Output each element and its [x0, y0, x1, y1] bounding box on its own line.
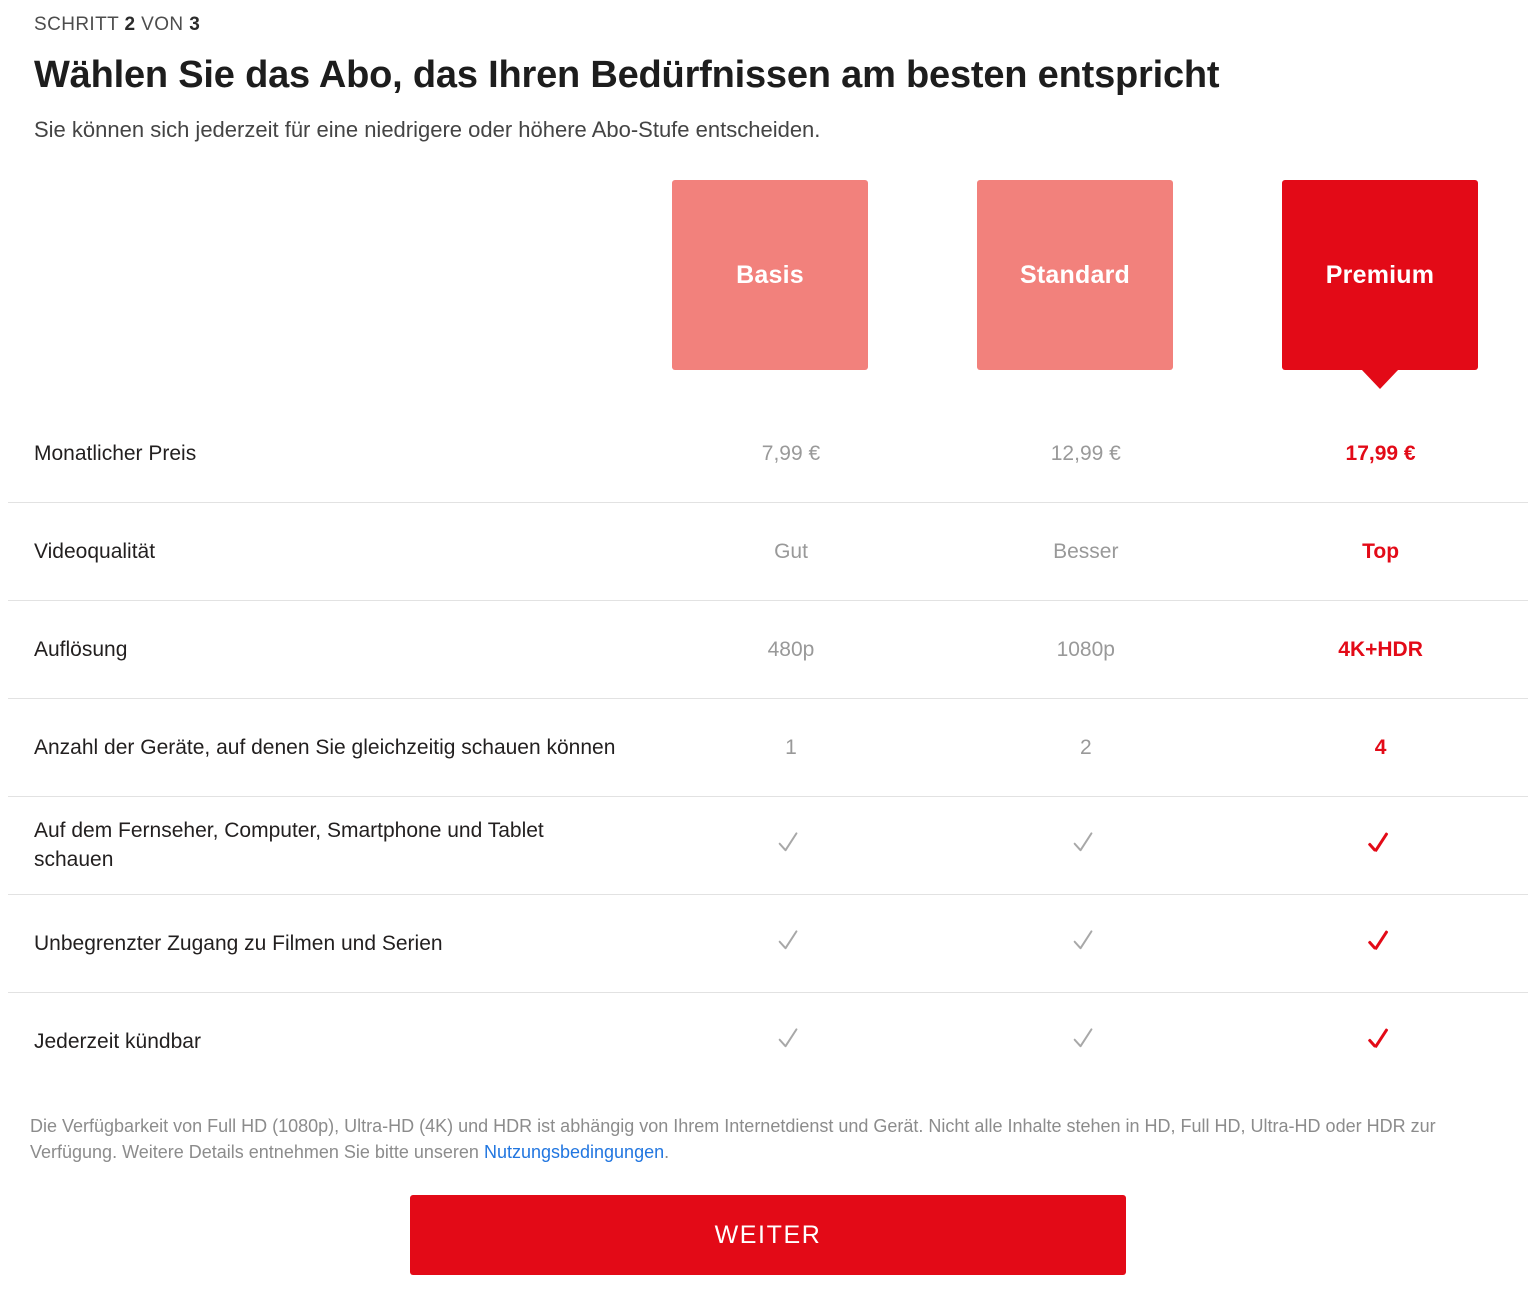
check-icon	[1366, 926, 1396, 956]
footnote-text-before-link: Die Verfügbarkeit von Full HD (1080p), U…	[30, 1116, 1436, 1163]
check-icon	[1071, 828, 1101, 858]
row-label-anzahl-geraete: Anzahl der Geräte, auf denen Sie gleichz…	[34, 735, 616, 759]
cell-quality-premium: Top	[1362, 539, 1400, 563]
page-subtitle: Sie können sich jederzeit für eine niedr…	[34, 116, 821, 142]
cell-devices-basis: 1	[785, 735, 797, 759]
cta-container: WEITER	[0, 1195, 1536, 1276]
subscription-plan-page: SCHRITT 2 VON 3 Wählen Sie das Abo, das …	[0, 0, 1536, 1296]
table-row: Jederzeit kündbar	[8, 993, 1528, 1091]
table-row: Anzahl der Geräte, auf denen Sie gleichz…	[8, 699, 1528, 798]
cell-price-basis: 7,99 €	[761, 441, 821, 465]
check-icon	[776, 926, 806, 956]
footnote-text-after-link: .	[664, 1142, 670, 1163]
plan-card-premium-label: Premium	[1325, 260, 1435, 289]
cell-cancel-standard	[938, 1024, 1233, 1060]
plan-card-basis-label: Basis	[736, 260, 804, 289]
continue-button[interactable]: WEITER	[410, 1195, 1126, 1276]
plan-card-standard-label: Standard	[1020, 260, 1130, 289]
table-row: Videoqualität Gut Besser Top	[8, 503, 1528, 602]
cell-price-standard: 12,99 €	[1050, 441, 1121, 465]
table-row: Auf dem Fernseher, Computer, Smartphone …	[8, 797, 1528, 896]
step-prefix-label: SCHRITT	[34, 14, 119, 35]
check-icon	[776, 828, 806, 858]
cell-resolution-premium: 4K+HDR	[1338, 637, 1423, 661]
step-middle-label: VON	[141, 14, 184, 35]
cell-cancel-basis	[644, 1024, 939, 1060]
check-icon	[1366, 1024, 1396, 1054]
cell-quality-basis: Gut	[774, 539, 808, 563]
terms-of-use-link[interactable]: Nutzungsbedingungen	[484, 1142, 664, 1162]
cell-quality-standard: Besser	[1053, 539, 1119, 563]
check-icon	[1071, 1024, 1101, 1054]
cell-unlimited-premium	[1233, 926, 1528, 962]
cell-devices-standard: 2	[1079, 735, 1092, 759]
page-header: SCHRITT 2 VON 3 Wählen Sie das Abo, das …	[0, 0, 1536, 144]
table-row: Auflösung 480p 1080p 4K+HDR	[8, 601, 1528, 700]
plan-card-group: Basis Standard Premium	[0, 180, 1536, 405]
plan-comparison-table: Monatlicher Preis 7,99 € 12,99 € 17,99 €…	[8, 405, 1528, 1091]
plan-card-premium[interactable]: Premium	[1282, 180, 1478, 390]
plan-card-standard[interactable]: Standard	[977, 180, 1173, 371]
cell-unlimited-standard	[938, 926, 1233, 962]
cell-devicetypes-standard	[938, 828, 1233, 864]
row-label-monatlicher-preis: Monatlicher Preis	[34, 441, 197, 465]
legal-footnote: Die Verfügbarkeit von Full HD (1080p), U…	[30, 1113, 1506, 1165]
cell-unlimited-basis	[644, 926, 939, 962]
cell-price-premium: 17,99 €	[1345, 441, 1416, 465]
cell-cancel-premium	[1233, 1024, 1528, 1060]
step-current-number: 2	[124, 14, 136, 35]
table-row: Unbegrenzter Zugang zu Filmen und Serien	[8, 895, 1528, 994]
row-label-aufloesung: Auflösung	[34, 637, 128, 661]
plan-card-basis[interactable]: Basis	[672, 180, 868, 371]
step-indicator: SCHRITT 2 VON 3	[34, 14, 1502, 37]
check-icon	[776, 1024, 806, 1054]
page-title: Wählen Sie das Abo, das Ihren Bedürfniss…	[34, 53, 1220, 96]
cell-devicetypes-premium	[1233, 828, 1528, 864]
check-icon	[1071, 926, 1101, 956]
cell-resolution-standard: 1080p	[1056, 637, 1115, 661]
row-label-geraete-typen: Auf dem Fernseher, Computer, Smartphone …	[34, 819, 544, 871]
cell-devicetypes-basis	[644, 828, 939, 864]
row-label-videoqualitaet: Videoqualität	[34, 539, 156, 563]
row-label-jederzeit-kuendbar: Jederzeit kündbar	[34, 1030, 201, 1054]
cell-devices-premium: 4	[1374, 735, 1387, 759]
step-total-number: 3	[189, 14, 201, 35]
cell-resolution-basis: 480p	[767, 637, 815, 661]
table-row: Monatlicher Preis 7,99 € 12,99 € 17,99 €	[8, 405, 1528, 504]
row-label-unbegrenzter-zugang: Unbegrenzter Zugang zu Filmen und Serien	[34, 931, 443, 955]
selected-plan-caret-icon	[1361, 369, 1399, 390]
check-icon	[1366, 828, 1396, 858]
